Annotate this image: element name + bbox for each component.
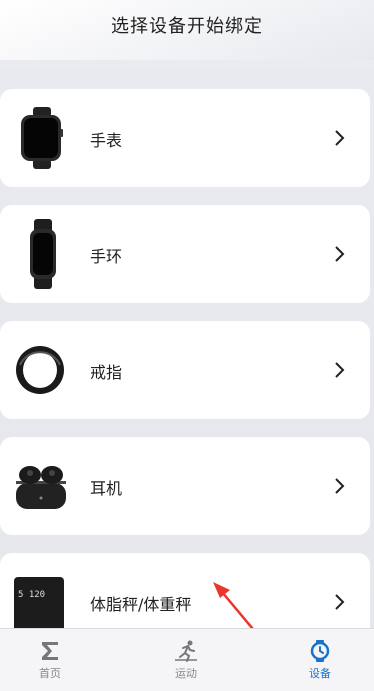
scale-screen-text: 5 120 bbox=[18, 590, 45, 600]
chevron-right-icon bbox=[335, 478, 345, 494]
device-card-earbuds[interactable]: 耳机 bbox=[0, 437, 370, 535]
watch-image bbox=[21, 107, 63, 169]
header: 选择设备开始绑定 bbox=[0, 0, 374, 60]
page-title: 选择设备开始绑定 bbox=[111, 16, 263, 37]
tab-label: 设备 bbox=[309, 667, 331, 680]
device-card-band[interactable]: 手环 bbox=[0, 205, 370, 303]
ring-image bbox=[16, 346, 64, 394]
device-label: 体脂秤/体重秤 bbox=[90, 595, 192, 614]
tab-sports[interactable]: 运动 bbox=[126, 629, 246, 691]
device-label: 手表 bbox=[90, 131, 123, 150]
device-label: 戒指 bbox=[90, 363, 123, 382]
running-icon bbox=[175, 640, 197, 662]
chevron-right-icon bbox=[335, 130, 345, 146]
band-image bbox=[30, 219, 56, 289]
watch-icon bbox=[310, 640, 330, 662]
bottom-tab-bar: 首页 运动 设备 bbox=[0, 628, 374, 691]
sigma-icon bbox=[42, 642, 58, 660]
tab-label: 运动 bbox=[175, 667, 197, 680]
tab-label: 首页 bbox=[39, 667, 61, 680]
device-label: 耳机 bbox=[90, 479, 123, 498]
device-card-watch[interactable]: 手表 bbox=[0, 89, 370, 187]
chevron-right-icon bbox=[335, 362, 345, 378]
chevron-right-icon bbox=[335, 594, 345, 610]
device-label: 手环 bbox=[90, 247, 123, 266]
tab-devices[interactable]: 设备 bbox=[260, 629, 374, 691]
tab-home[interactable]: 首页 bbox=[0, 629, 110, 691]
chevron-right-icon bbox=[335, 246, 345, 262]
device-card-ring[interactable]: 戒指 bbox=[0, 321, 370, 419]
earbuds-image bbox=[16, 466, 66, 509]
